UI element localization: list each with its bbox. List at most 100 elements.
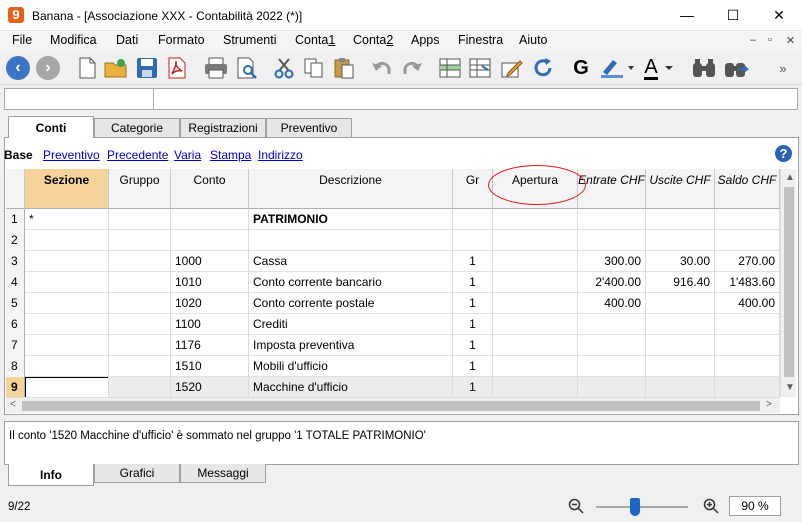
cell-conto[interactable]: 1100 <box>171 314 249 335</box>
cell-conto[interactable]: 1020 <box>171 293 249 314</box>
cell-apertura[interactable] <box>493 293 578 314</box>
cell-descrizione[interactable]: Crediti <box>249 314 453 335</box>
cell-apertura[interactable] <box>493 230 578 251</box>
menu-conta2[interactable]: Conta2 <box>353 33 393 47</box>
cell-gruppo[interactable] <box>109 209 171 230</box>
cell-descrizione[interactable]: Mobili d'ufficio <box>249 356 453 377</box>
zoom-in-icon[interactable] <box>703 498 719 514</box>
cell-gruppo[interactable] <box>109 314 171 335</box>
scroll-right-icon[interactable]: > <box>766 399 772 410</box>
column-header-saldo[interactable]: Saldo CHF <box>715 169 780 209</box>
cell-entrate[interactable] <box>578 377 646 397</box>
menu-finestra[interactable]: Finestra <box>458 33 503 47</box>
copy-button[interactable] <box>301 55 327 81</box>
help-icon[interactable]: ? <box>775 145 792 162</box>
row-number[interactable]: 2 <box>6 230 25 251</box>
paste-button[interactable] <box>331 55 357 81</box>
cell-saldo[interactable]: 1'483.60 <box>715 272 780 293</box>
cell-gr[interactable]: 1 <box>453 293 493 314</box>
menu-file[interactable]: File <box>12 33 32 47</box>
tab-messaggi[interactable]: Messaggi <box>180 464 266 483</box>
cell-saldo[interactable] <box>715 377 780 397</box>
row-number[interactable]: 3 <box>6 251 25 272</box>
redo-button[interactable] <box>399 55 425 81</box>
minimize-button[interactable]: — <box>664 0 710 31</box>
cell-entrate[interactable]: 300.00 <box>578 251 646 272</box>
tab-info[interactable]: Info <box>8 464 94 486</box>
menu-aiuto[interactable]: Aiuto <box>519 33 548 47</box>
cell-entrate[interactable] <box>578 314 646 335</box>
cell-entrate[interactable]: 400.00 <box>578 293 646 314</box>
tab-conti[interactable]: Conti <box>8 116 94 138</box>
edit-cell-button[interactable] <box>499 55 525 81</box>
row-number[interactable]: 5 <box>6 293 25 314</box>
close-window-button[interactable]: ✕ <box>756 0 802 31</box>
mdi-minimize-button[interactable]: – <box>750 34 756 46</box>
cell-gruppo[interactable] <box>109 272 171 293</box>
find-button[interactable] <box>690 55 718 81</box>
maximize-button[interactable]: ☐ <box>710 0 756 31</box>
cell-saldo[interactable] <box>715 356 780 377</box>
cell-entrate[interactable] <box>578 209 646 230</box>
menu-dati[interactable]: Dati <box>116 33 138 47</box>
column-header-sezione[interactable]: Sezione <box>25 169 109 209</box>
back-button[interactable]: ‹ <box>5 55 31 81</box>
column-header-uscite[interactable]: Uscite CHF <box>646 169 715 209</box>
cell-entrate[interactable] <box>578 356 646 377</box>
cell-gr[interactable]: 1 <box>453 335 493 356</box>
horizontal-scroll-thumb[interactable] <box>22 401 760 411</box>
cell-entrate[interactable] <box>578 335 646 356</box>
scroll-down-icon[interactable]: ▼ <box>785 382 795 393</box>
cell-gr[interactable] <box>453 230 493 251</box>
new-file-button[interactable] <box>74 55 100 81</box>
view-indirizzo[interactable]: Indirizzo <box>258 148 303 162</box>
cell-apertura[interactable] <box>493 335 578 356</box>
cell-sezione[interactable] <box>25 293 109 314</box>
cell-gr[interactable]: 1 <box>453 356 493 377</box>
cell-saldo[interactable]: 400.00 <box>715 293 780 314</box>
tab-grafici[interactable]: Grafici <box>94 464 180 483</box>
cell-descrizione[interactable]: Macchine d'ufficio <box>249 377 453 397</box>
scroll-left-icon[interactable]: < <box>10 399 16 410</box>
cell-entrate[interactable]: 2'400.00 <box>578 272 646 293</box>
cell-saldo[interactable] <box>715 209 780 230</box>
cell-conto[interactable]: 1000 <box>171 251 249 272</box>
bold-button[interactable]: G <box>568 55 594 81</box>
export-pdf-button[interactable] <box>164 55 190 81</box>
cell-gruppo[interactable] <box>109 251 171 272</box>
cell-conto[interactable] <box>171 209 249 230</box>
cell-conto[interactable] <box>171 230 249 251</box>
cell-sezione[interactable]: * <box>25 209 109 230</box>
view-precedente[interactable]: Precedente <box>107 148 168 162</box>
column-header-apertura[interactable]: Apertura <box>493 169 578 209</box>
row-number[interactable]: 1 <box>6 209 25 230</box>
column-header-descrizione[interactable]: Descrizione <box>249 169 453 209</box>
view-preventivo[interactable]: Preventivo <box>43 148 100 162</box>
cell-conto[interactable]: 1176 <box>171 335 249 356</box>
cell-gruppo[interactable] <box>109 293 171 314</box>
menu-conta1[interactable]: Conta1 <box>295 33 335 47</box>
menu-strumenti[interactable]: Strumenti <box>223 33 277 47</box>
cell-apertura[interactable] <box>493 377 578 397</box>
menu-formato[interactable]: Formato <box>158 33 205 47</box>
vertical-scroll-thumb[interactable] <box>784 187 794 377</box>
cell-sezione[interactable] <box>25 314 109 335</box>
delete-rows-button[interactable] <box>467 55 493 81</box>
cell-sezione[interactable] <box>25 335 109 356</box>
cell-descrizione[interactable]: Conto corrente postale <box>249 293 453 314</box>
cell-gr[interactable]: 1 <box>453 251 493 272</box>
cell-descrizione[interactable]: Imposta preventiva <box>249 335 453 356</box>
cell-sezione[interactable] <box>25 251 109 272</box>
cell-conto[interactable]: 1510 <box>171 356 249 377</box>
tab-preventivo[interactable]: Preventivo <box>266 118 352 138</box>
cell-saldo[interactable]: 270.00 <box>715 251 780 272</box>
menu-modifica[interactable]: Modifica <box>50 33 97 47</box>
cell-uscite[interactable] <box>646 209 715 230</box>
row-number[interactable]: 6 <box>6 314 25 335</box>
cell-apertura[interactable] <box>493 272 578 293</box>
zoom-slider-thumb[interactable] <box>629 498 640 516</box>
cell-descrizione[interactable]: PATRIMONIO <box>249 209 453 230</box>
cell-gruppo[interactable] <box>109 335 171 356</box>
mdi-close-button[interactable]: ✕ <box>786 34 795 47</box>
recalculate-button[interactable] <box>530 55 556 81</box>
